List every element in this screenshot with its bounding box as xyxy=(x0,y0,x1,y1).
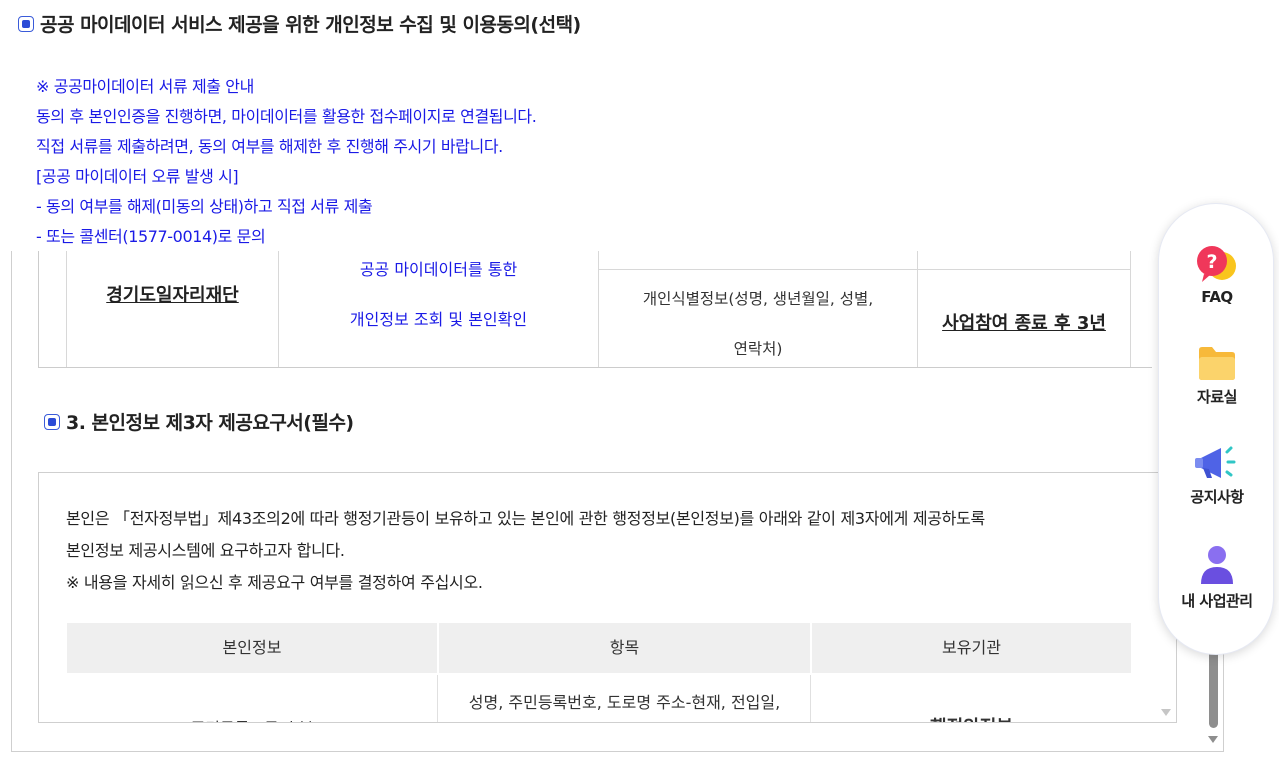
intro-line: 본인정보 제공시스템에 요구하고자 합니다. xyxy=(66,541,345,560)
agency-value: 행정안전부 xyxy=(812,713,1131,722)
purpose-line: 공공 마이데이터를 통한 xyxy=(359,260,518,279)
request-intro: 본인은 「전자정부법」제43조의2에 따라 행정기관등이 보유하고 있는 본인에… xyxy=(66,503,985,599)
table-cell-items: 개인식별정보(성명, 생년월일, 성별, 연락처) xyxy=(599,251,918,367)
user-icon xyxy=(1201,546,1233,584)
section-title-mydata-consent: 공공 마이데이터 서비스 제공을 위한 개인정보 수집 및 이용동의(선택) xyxy=(18,10,581,37)
notice-line: [공공 마이데이터 오류 발생 시] xyxy=(36,167,239,186)
quick-menu-label: 내 사업관리 xyxy=(1181,592,1253,610)
scroll-down-arrow-icon[interactable] xyxy=(1208,736,1218,743)
svg-text:?: ? xyxy=(1206,251,1217,273)
square-bullet-icon xyxy=(44,413,60,430)
table-cell-items: 성명, 주민등록번호, 도로명 주소-현재, 전입일, xyxy=(439,675,811,722)
column-header-agency: 보유기관 xyxy=(812,623,1131,673)
notice-line: 직접 서류를 제출하려면, 동의 여부를 해제한 후 진행해 주시기 바랍니다. xyxy=(36,137,503,156)
quick-menu-my-business[interactable]: 내 사업관리 xyxy=(1159,544,1275,611)
table-cell-blank xyxy=(39,251,67,367)
table-cell-purpose: 공공 마이데이터를 통한 개인정보 조회 및 본인확인 xyxy=(279,251,599,367)
notice-line: - 동의 여부를 해제(미동의 상태)하고 직접 서류 제출 xyxy=(36,197,373,216)
mydata-notice: ※ 공공마이데이터 서류 제출 안내 동의 후 본인인증을 진행하면, 마이데이… xyxy=(36,72,537,252)
items-line: 개인식별정보(성명, 생년월일, 성별, xyxy=(642,290,874,308)
notice-line: 동의 후 본인인증을 진행하면, 마이데이터를 활용한 접수페이지로 연결됩니다… xyxy=(36,107,537,126)
quick-menu-label: 공지사항 xyxy=(1190,488,1244,506)
notice-line: - 또는 콜센터(1577-0014)로 문의 xyxy=(36,227,266,246)
notice-line: ※ 공공마이데이터 서류 제출 안내 xyxy=(36,77,254,96)
megaphone-icon xyxy=(1195,446,1236,478)
quick-menu-library[interactable]: 자료실 xyxy=(1159,344,1275,407)
table-cell-agency: 행정안전부 xyxy=(812,675,1131,722)
table-cell-info: 주민등록표등·초본 xyxy=(67,675,438,722)
info-value: 주민등록표등·초본 xyxy=(67,715,437,722)
column-header-info: 본인정보 xyxy=(67,623,437,673)
quick-menu-label: 자료실 xyxy=(1197,388,1237,406)
quick-menu-faq[interactable]: ? FAQ xyxy=(1159,244,1275,306)
items-line: 연락처) xyxy=(733,340,783,358)
table-cell-blank xyxy=(1131,251,1152,367)
column-header-items: 항목 xyxy=(439,623,810,673)
consent-table: 경기도일자리재단 공공 마이데이터를 통한 개인정보 조회 및 본인확인 개인식… xyxy=(38,251,1152,368)
table-cell-period: 사업참여 종료 후 3년 xyxy=(918,251,1131,367)
intro-line: ※ 내용을 자세히 읽으신 후 제공요구 여부를 결정하여 주십시오. xyxy=(66,573,483,592)
faq-icon: ? xyxy=(1197,246,1236,282)
scroll-down-arrow-icon[interactable] xyxy=(1161,709,1171,716)
items-value: 성명, 주민등록번호, 도로명 주소-현재, 전입일, xyxy=(468,693,781,712)
quick-menu-notice[interactable]: 공지사항 xyxy=(1159,444,1275,507)
purpose-line: 개인정보 조회 및 본인확인 xyxy=(349,310,528,329)
folder-icon xyxy=(1199,347,1235,380)
intro-line: 본인은 「전자정부법」제43조의2에 따라 행정기관등이 보유하고 있는 본인에… xyxy=(66,509,985,528)
table-cell-org: 경기도일자리재단 xyxy=(67,251,279,367)
third-party-request-box: 본인은 「전자정부법」제43조의2에 따라 행정기관등이 보유하고 있는 본인에… xyxy=(38,472,1177,723)
quick-menu: ? FAQ 자료실 공지사항 내 사업관리 xyxy=(1158,203,1274,655)
quick-menu-label: FAQ xyxy=(1201,288,1233,306)
section-title-third-party: 3. 본인정보 제3자 제공요구서(필수) xyxy=(44,408,354,435)
square-bullet-icon xyxy=(18,15,34,32)
org-name: 경기도일자리재단 xyxy=(106,285,239,306)
retention-period: 사업참여 종료 후 3년 xyxy=(942,313,1106,334)
